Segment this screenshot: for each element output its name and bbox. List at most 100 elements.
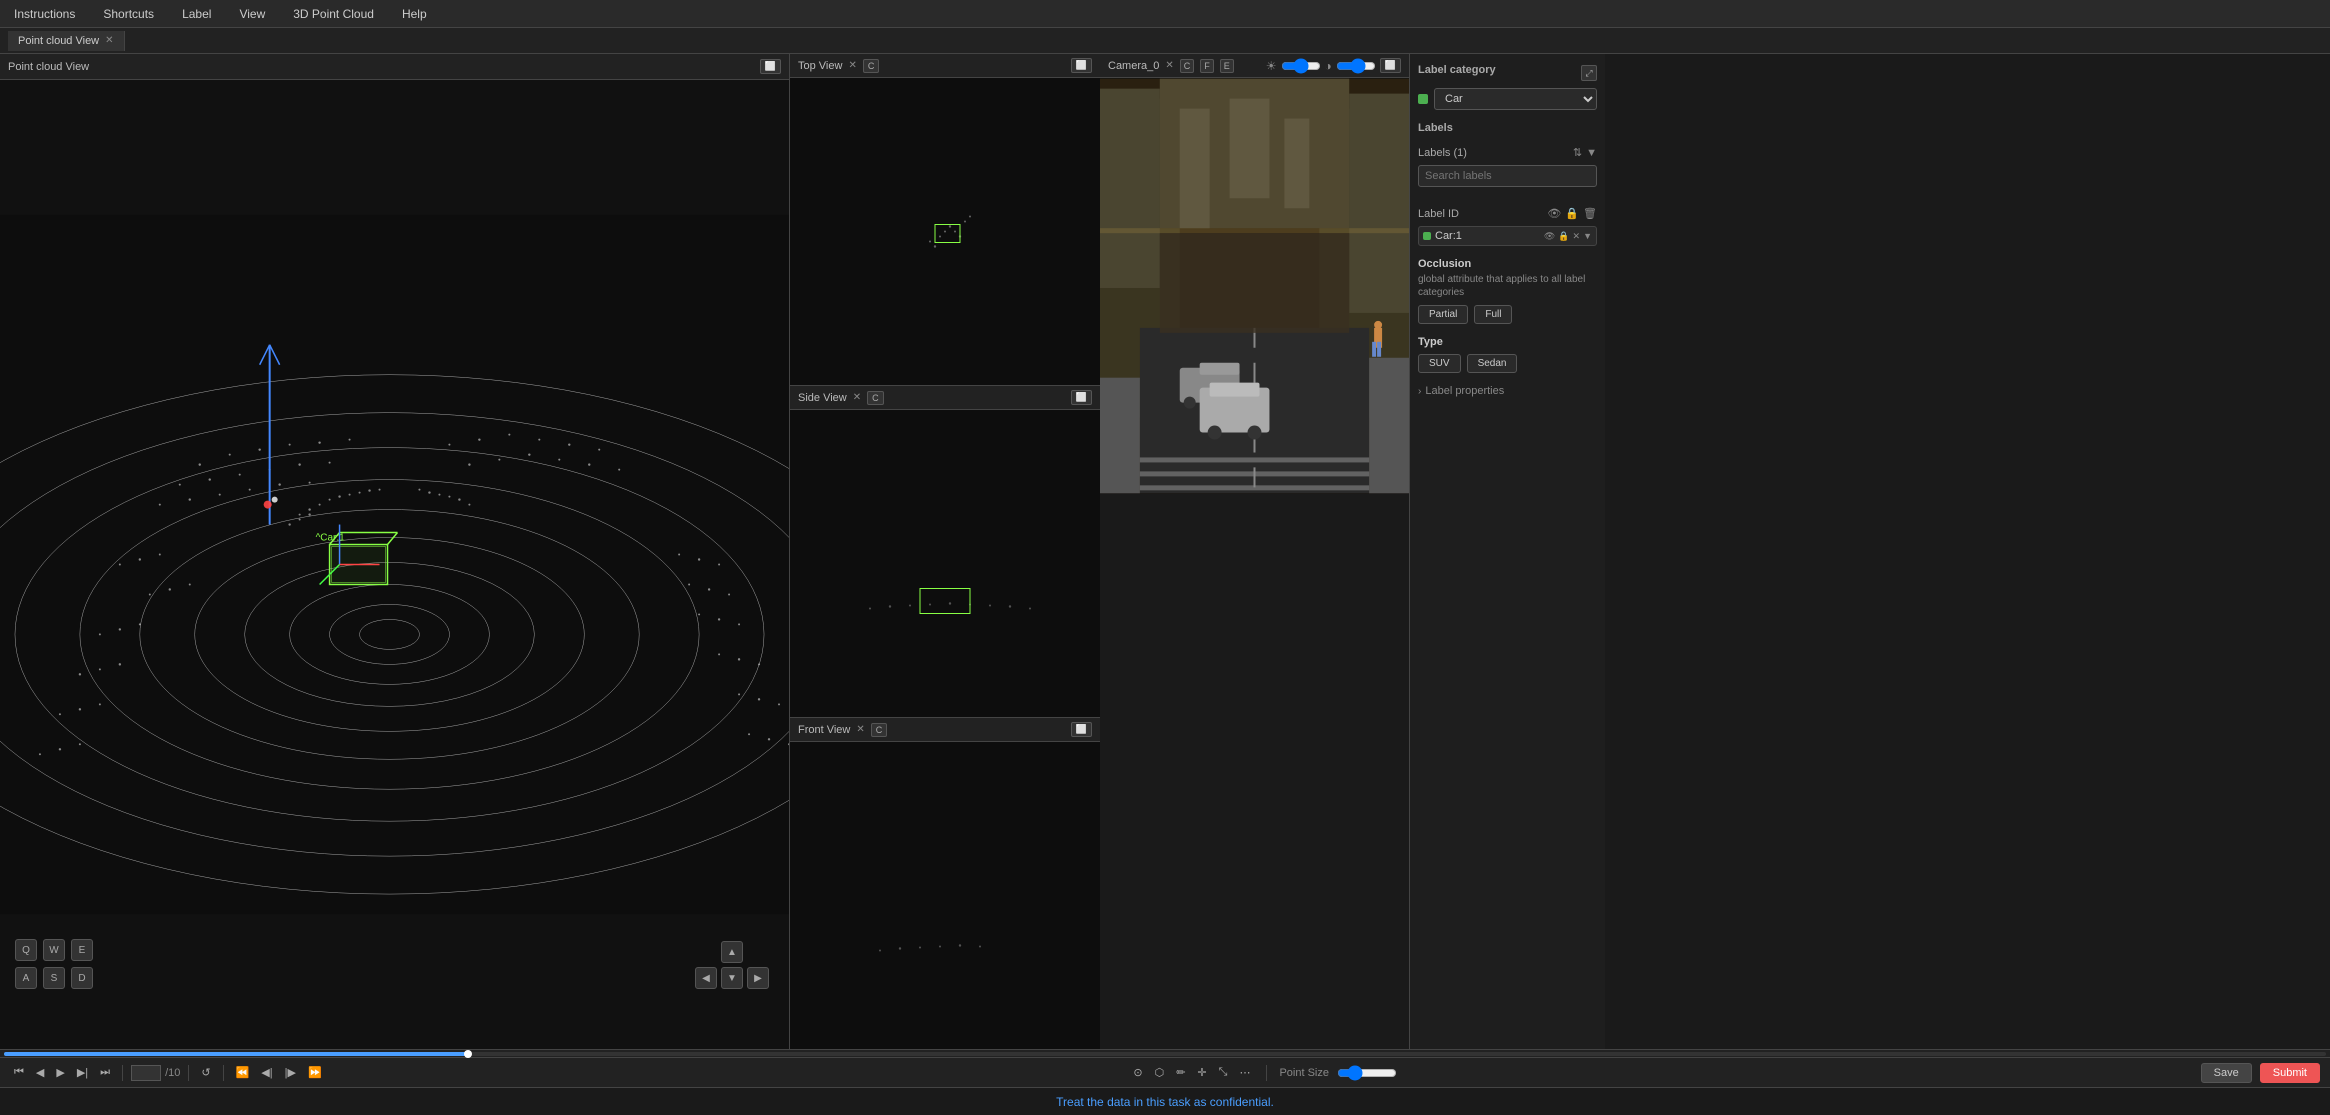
nav-row-top: ▲	[721, 941, 743, 963]
nav-right-btn[interactable]: ▶	[747, 967, 769, 989]
type-section: Type SUV Sedan	[1418, 336, 1597, 373]
menu-help[interactable]: Help	[396, 3, 433, 25]
label-item-del-icon[interactable]: ✕	[1573, 231, 1581, 242]
expand-main-btn[interactable]: ⬜	[760, 59, 781, 74]
label-visibility-icon[interactable]: 👁	[1547, 207, 1561, 220]
menu-label[interactable]: Label	[176, 3, 217, 25]
resize-tool[interactable]: ⤡	[1215, 1064, 1232, 1081]
label-delete-icon[interactable]: 🗑	[1583, 207, 1597, 220]
panel-expand-btn[interactable]: ⤢	[1581, 65, 1597, 81]
menu-instructions[interactable]: Instructions	[8, 3, 81, 25]
lasso-tool[interactable]: ⊙	[1129, 1064, 1146, 1081]
main-panel-title: Point cloud View	[8, 61, 89, 73]
nav-down-btn[interactable]: ▼	[721, 967, 743, 989]
sep2	[188, 1065, 189, 1081]
menu-3d-point-cloud[interactable]: 3D Point Cloud	[287, 3, 380, 25]
sort-icon[interactable]: ⇅	[1573, 146, 1582, 159]
skip-start-btn[interactable]: ⏮	[10, 1064, 28, 1081]
tab-label: Point cloud View	[18, 35, 99, 47]
save-button[interactable]: Save	[2201, 1063, 2252, 1083]
camera-close[interactable]: ✕	[1165, 60, 1173, 71]
camera-name: Camera_0	[1108, 60, 1159, 72]
back-frames-btn[interactable]: ⏪	[232, 1064, 254, 1081]
contrast-slider[interactable]	[1336, 58, 1376, 74]
menubar: Instructions Shortcuts Label View 3D Poi…	[0, 0, 2330, 28]
fwd-frames-btn[interactable]: ⏩	[304, 1064, 326, 1081]
timeline-track[interactable]	[4, 1052, 2326, 1056]
nav-left-btn[interactable]: ◀	[695, 967, 717, 989]
svg-text:^Car:1: ^Car:1	[316, 533, 346, 544]
tab-point-cloud-view[interactable]: Point cloud View ✕	[8, 31, 125, 51]
timeline-bar[interactable]	[0, 1049, 2330, 1057]
submit-button[interactable]: Submit	[2260, 1063, 2320, 1083]
kb-row-1: Q W E	[15, 939, 93, 961]
category-dot	[1418, 94, 1428, 104]
sep4	[1266, 1065, 1267, 1081]
polygon-tool[interactable]: ⬡	[1151, 1064, 1169, 1081]
type-suv-btn[interactable]: SUV	[1418, 354, 1461, 373]
next-btn[interactable]: ▶|	[73, 1064, 92, 1081]
key-a: A	[15, 967, 37, 989]
skip-end-btn[interactable]: ⏭	[96, 1064, 114, 1081]
type-sedan-btn[interactable]: Sedan	[1467, 354, 1518, 373]
side-view-panel: Side View ✕ C ⬜	[790, 386, 1100, 718]
occlusion-full-btn[interactable]: Full	[1474, 305, 1512, 324]
category-select[interactable]: Car	[1434, 88, 1597, 110]
menu-shortcuts[interactable]: Shortcuts	[97, 3, 160, 25]
side-view-close[interactable]: ✕	[853, 392, 861, 403]
next-frame-btn2[interactable]: |▶	[281, 1064, 300, 1081]
frame-total: /10	[165, 1067, 180, 1079]
move-tool[interactable]: ✛	[1193, 1064, 1210, 1081]
occlusion-partial-btn[interactable]: Partial	[1418, 305, 1468, 324]
nav-row-middle: ◀ ▼ ▶	[695, 967, 769, 989]
frame-input[interactable]: 1	[131, 1065, 161, 1081]
side-view-expand[interactable]: ⬜	[1071, 390, 1092, 405]
main-panel-controls: ⬜	[760, 59, 781, 74]
nav-up-btn[interactable]: ▲	[721, 941, 743, 963]
timeline-thumb[interactable]	[464, 1050, 472, 1058]
label-item-lock-icon[interactable]: 🔒	[1558, 231, 1569, 242]
point-size-label: Point Size	[1279, 1067, 1329, 1079]
labels-icon-group: ⇅ ▼	[1573, 146, 1597, 159]
side-view-content[interactable]	[790, 410, 1100, 717]
right-panel: Label category ⤢ Car Labels Labels (1) ⇅…	[1410, 54, 1605, 1049]
label-props-chevron: ›	[1418, 386, 1421, 397]
filter-icon[interactable]: ▼	[1586, 146, 1597, 159]
prev-frame-btn[interactable]: ◀|	[257, 1064, 276, 1081]
top-view-panel: Top View ✕ C ⬜	[790, 54, 1100, 386]
pointcloud-area[interactable]: ^Car:1 Q W E A S D	[0, 80, 789, 1049]
menu-view[interactable]: View	[233, 3, 271, 25]
occlusion-buttons: Partial Full	[1418, 305, 1597, 324]
more-tools[interactable]: ⋯	[1235, 1064, 1254, 1081]
label-item-dot	[1423, 232, 1431, 240]
label-props[interactable]: › Label properties	[1418, 385, 1597, 397]
search-labels-input[interactable]	[1418, 165, 1597, 187]
refresh-btn[interactable]: ↺	[197, 1064, 214, 1081]
front-view-title: Front View	[798, 724, 850, 736]
play-btn[interactable]: ▶	[52, 1064, 68, 1081]
front-view-expand[interactable]: ⬜	[1071, 722, 1092, 737]
tab-close[interactable]: ✕	[105, 35, 113, 46]
tool-buttons: ⊙ ⬡ ✏ ✛ ⤡ ⋯	[1129, 1064, 1254, 1081]
top-view-close[interactable]: ✕	[848, 60, 856, 71]
label-lock-icon[interactable]: 🔒	[1565, 207, 1579, 220]
label-item-vis-icon[interactable]: 👁	[1544, 231, 1555, 242]
tabbar: Point cloud View ✕	[0, 28, 2330, 54]
prev-btn[interactable]: ◀	[32, 1064, 48, 1081]
point-size-slider[interactable]	[1337, 1065, 1397, 1081]
front-view-content[interactable]	[790, 742, 1100, 1049]
top-view-header: Top View ✕ C ⬜	[790, 54, 1100, 78]
label-item-car1[interactable]: Car:1 👁 🔒 ✕ ▼	[1418, 226, 1597, 246]
brightness-slider[interactable]	[1281, 58, 1321, 74]
top-view-expand[interactable]: ⬜	[1071, 58, 1092, 73]
side-view-badge: C	[867, 391, 884, 405]
label-item-expand-icon[interactable]: ▼	[1583, 231, 1592, 242]
draw-tool[interactable]: ✏	[1172, 1064, 1189, 1081]
front-view-header: Front View ✕ C ⬜	[790, 718, 1100, 742]
top-view-content[interactable]	[790, 78, 1100, 385]
nav-arrows: ▲ ◀ ▼ ▶	[695, 941, 769, 989]
playback-controls: ⏮ ◀ ▶ ▶| ⏭ 1 /10 ↺ ⏪ ◀| |▶ ⏩	[10, 1064, 326, 1081]
front-view-close[interactable]: ✕	[856, 724, 864, 735]
status-bar: Treat the data in this task as confident…	[0, 1087, 2330, 1115]
camera-expand[interactable]: ⬜	[1380, 58, 1401, 73]
